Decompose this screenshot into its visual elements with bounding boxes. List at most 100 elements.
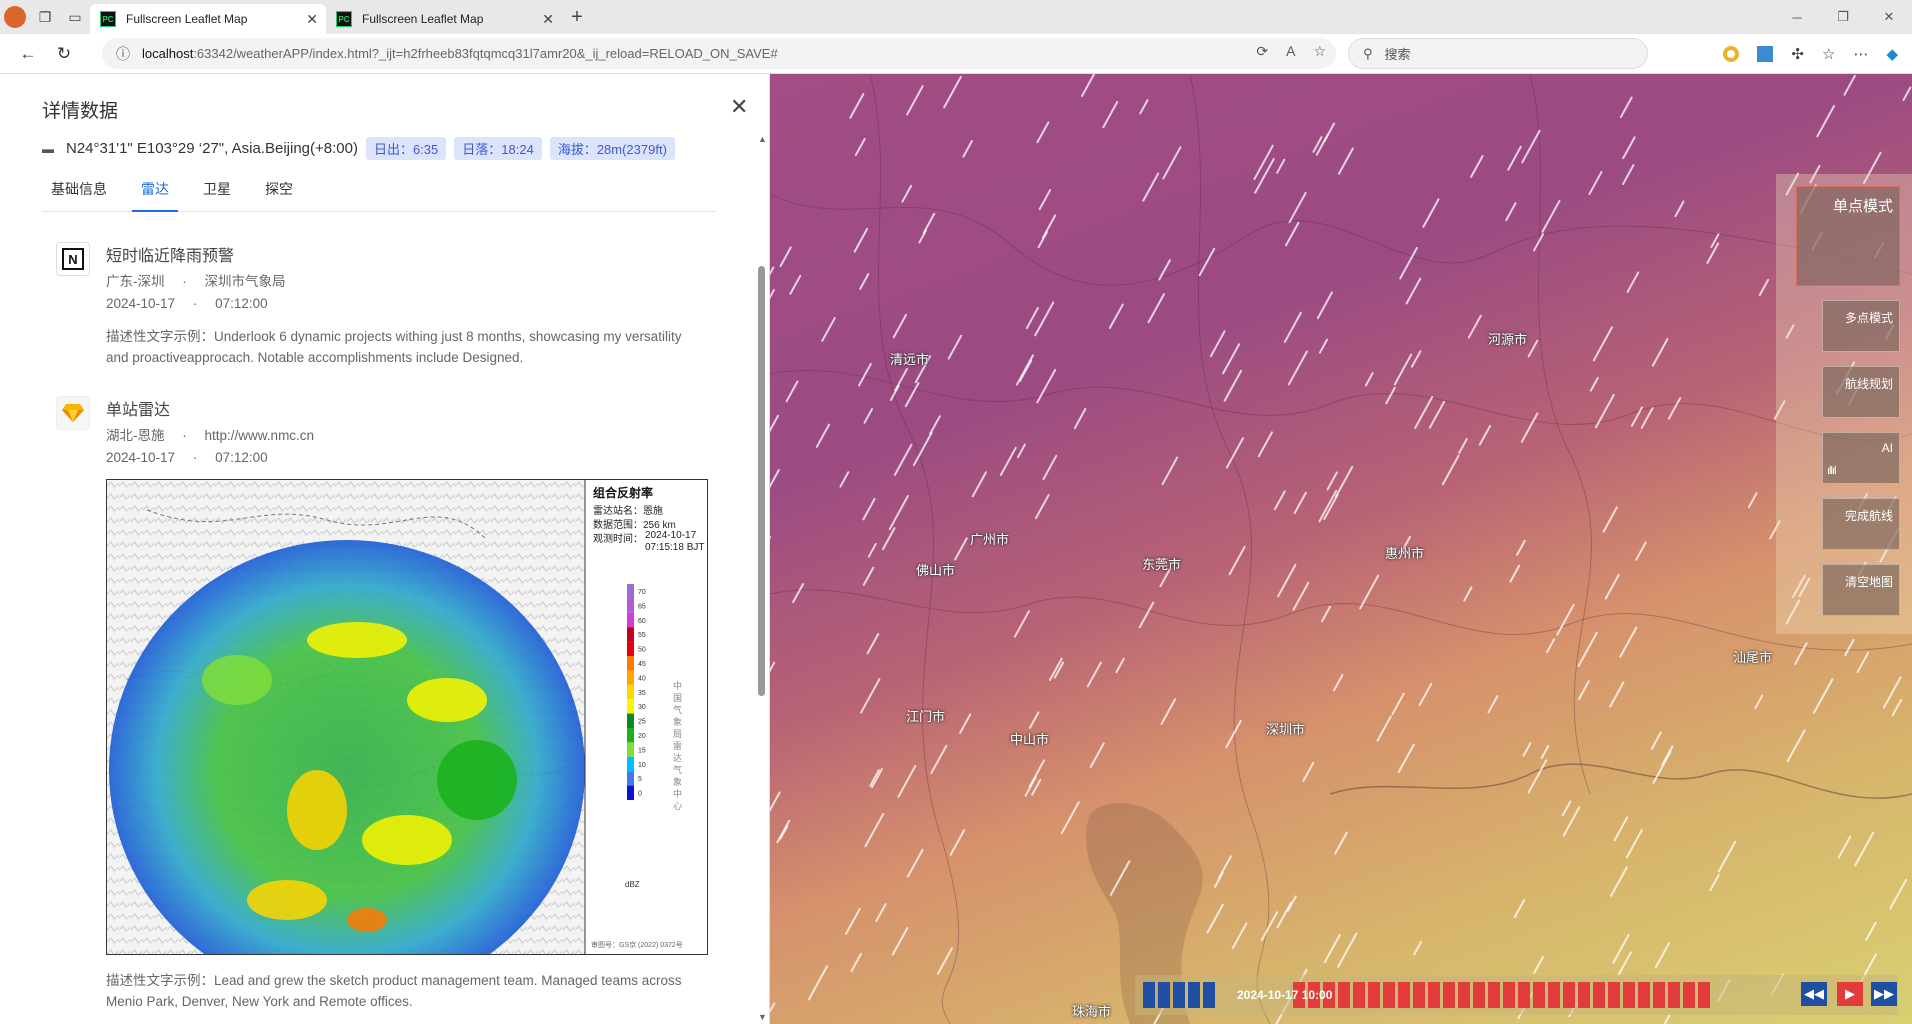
close-panel-icon[interactable]: ✕ — [730, 94, 748, 120]
address-bar[interactable]: ⓘ localhost:63342/weatherAPP/index.html?… — [102, 38, 1336, 69]
rain-streak — [866, 633, 880, 655]
timeline-tick[interactable] — [1488, 982, 1500, 1008]
timeline-tick[interactable] — [1668, 982, 1680, 1008]
radar-image[interactable]: 70 65 60 55 50 45 40 35 30 25 20 15 10 5 0 组合反射率 雷达站名：… — [106, 479, 708, 955]
rain-streak — [1321, 605, 1332, 623]
route-planning-button[interactable]: 航线规划 — [1822, 366, 1900, 418]
clear-map-button[interactable]: 清空地图 — [1822, 564, 1900, 616]
timeline-tick[interactable] — [1578, 982, 1590, 1008]
favorites-icon[interactable]: ☆ — [1822, 45, 1835, 63]
minimize-icon[interactable]: ─ — [1774, 0, 1820, 34]
timeline-tick[interactable] — [1653, 982, 1665, 1008]
timeline-tick[interactable] — [1428, 982, 1440, 1008]
tab-satellite[interactable]: 卫星 — [194, 176, 240, 212]
ai-button[interactable]: AI ıllıl — [1822, 432, 1900, 484]
scroll-thumb[interactable] — [758, 266, 765, 696]
tab-basic-info[interactable]: 基础信息 — [42, 176, 116, 212]
rain-streak — [1385, 386, 1396, 405]
rain-streak — [1626, 271, 1640, 293]
timeline-tick[interactable] — [1353, 982, 1365, 1008]
extensions-puzzle-icon[interactable]: ✣ — [1791, 45, 1804, 63]
new-tab-icon[interactable]: + — [562, 2, 592, 32]
timeline-tick[interactable] — [1398, 982, 1410, 1008]
rain-streak — [1218, 855, 1232, 879]
read-aloud-icon[interactable]: A — [1286, 43, 1295, 60]
image-extension-icon[interactable] — [1757, 46, 1774, 62]
restore-icon[interactable]: ❐ — [1820, 0, 1866, 34]
rain-streak — [1625, 829, 1643, 859]
timeline-tick[interactable] — [1518, 982, 1530, 1008]
multi-point-mode-button[interactable]: 多点模式 — [1822, 300, 1900, 352]
rain-streak — [821, 316, 836, 342]
rain-streak — [849, 92, 865, 119]
info-icon[interactable]: ⓘ — [116, 44, 130, 64]
radar-map: 7065605550454035302520151050 — [107, 480, 707, 954]
timeline-tick[interactable] — [1503, 982, 1515, 1008]
timeline-time: 2024-10-17 10:00 — [1237, 988, 1333, 1002]
timeline-tick[interactable] — [1383, 982, 1395, 1008]
timeline-tick[interactable] — [1593, 982, 1605, 1008]
timeline-tick[interactable] — [1218, 982, 1230, 1008]
timeline-tick[interactable] — [1698, 982, 1710, 1008]
timeline-tick[interactable] — [1188, 982, 1200, 1008]
scale-tick-label: 40 — [638, 675, 646, 682]
rain-streak — [1470, 155, 1484, 178]
chrome-extension-icon[interactable] — [1723, 46, 1740, 62]
map-canvas[interactable]: 清远市 河源市 广州市 佛山市 东莞市 惠州市 江门市 中山市 深圳市 汕尾市 … — [770, 74, 1912, 1024]
timeline-tick[interactable] — [1158, 982, 1170, 1008]
item-source[interactable]: http://www.nmc.cn — [205, 428, 315, 443]
timeline-tick[interactable] — [1683, 982, 1695, 1008]
play-icon[interactable]: ▶ — [1837, 982, 1863, 1006]
translate-icon[interactable]: ⟳ — [1256, 43, 1268, 60]
browser-tab-1[interactable]: PC Fullscreen Leaflet Map ✕ — [90, 4, 326, 34]
tab-sounding[interactable]: 探空 — [256, 176, 302, 212]
workspaces-icon[interactable]: ❐ — [30, 2, 60, 32]
url-host: localhost — [142, 46, 194, 61]
timeline-tick[interactable] — [1458, 982, 1470, 1008]
browser-tab-2[interactable]: PC Fullscreen Leaflet Map ✕ — [326, 4, 562, 34]
city-label: 珠海市 — [1072, 1004, 1112, 1019]
timeline-tick[interactable] — [1623, 982, 1635, 1008]
vertical-tabs-icon[interactable]: ▭ — [60, 2, 90, 32]
timeline-tick[interactable] — [1338, 982, 1350, 1008]
close-window-icon[interactable]: ✕ — [1866, 0, 1912, 34]
rain-streak — [1225, 719, 1242, 749]
rain-streak — [1198, 247, 1216, 277]
timeline-tick[interactable] — [1443, 982, 1455, 1008]
search-box[interactable]: ⚲ 搜索 — [1348, 38, 1648, 69]
close-tab-icon[interactable]: ✕ — [542, 11, 554, 28]
timeline-tick[interactable] — [1173, 982, 1185, 1008]
rain-streak — [1334, 465, 1354, 498]
timeline-tick[interactable] — [1368, 982, 1380, 1008]
timeline-tick[interactable] — [1473, 982, 1485, 1008]
rain-streak — [1786, 729, 1806, 763]
rain-streak — [867, 543, 877, 558]
rain-streak — [892, 313, 908, 339]
scroll-down-icon[interactable]: ▼ — [758, 1012, 767, 1022]
sunset-badge: 日落：18:24 — [454, 137, 542, 160]
tab-radar[interactable]: 雷达 — [132, 176, 178, 212]
timeline-tick[interactable] — [1533, 982, 1545, 1008]
timeline-tick[interactable] — [1203, 982, 1215, 1008]
profile-avatar-icon[interactable] — [0, 2, 30, 32]
close-tab-icon[interactable]: ✕ — [306, 11, 318, 28]
favorite-star-icon[interactable]: ☆ — [1313, 43, 1326, 60]
back-icon[interactable]: ← — [10, 36, 46, 72]
copilot-icon[interactable]: ◆ — [1886, 45, 1898, 63]
rain-streak — [1209, 330, 1226, 358]
rewind-icon[interactable]: ◀◀ — [1801, 982, 1827, 1006]
more-menu-icon[interactable]: ⋯ — [1853, 45, 1868, 63]
timeline-tick[interactable] — [1548, 982, 1560, 1008]
finish-route-button[interactable]: 完成航线 — [1822, 498, 1900, 550]
rain-streak — [1619, 626, 1638, 658]
panel-scrollbar[interactable]: ▲ ▼ — [756, 134, 768, 1024]
timeline-tick[interactable] — [1638, 982, 1650, 1008]
timeline-tick[interactable] — [1413, 982, 1425, 1008]
timeline-tick[interactable] — [1608, 982, 1620, 1008]
timeline-tick[interactable] — [1143, 982, 1155, 1008]
refresh-icon[interactable]: ↻ — [46, 36, 82, 72]
scroll-up-icon[interactable]: ▲ — [758, 134, 767, 144]
single-point-mode-button[interactable]: 单点模式 — [1796, 186, 1900, 286]
fast-forward-icon[interactable]: ▶▶ — [1871, 982, 1897, 1006]
timeline-tick[interactable] — [1563, 982, 1575, 1008]
